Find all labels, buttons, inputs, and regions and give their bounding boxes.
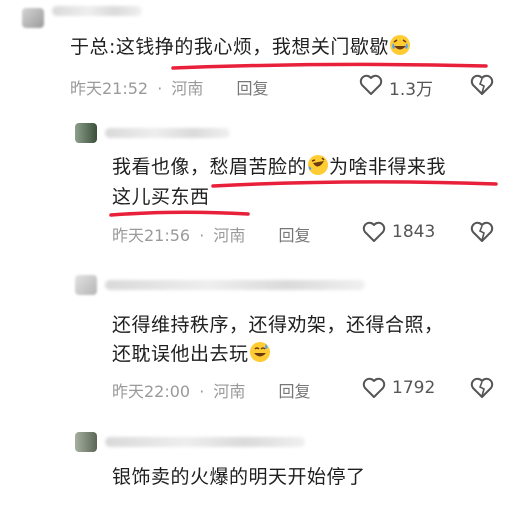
comment-meta: 昨天22:00 · 河南 回复 — [112, 378, 311, 402]
comment-text-part1: 我看也像，愁眉苦脸的 — [112, 156, 308, 178]
heart-outline-icon[interactable] — [362, 221, 386, 243]
red-underline-annotation — [171, 62, 488, 70]
heart-outline-icon[interactable] — [359, 74, 383, 96]
comment-text-line2: 还耽误他出去玩 — [112, 340, 271, 371]
username-blurred[interactable] — [105, 280, 365, 290]
comment-text-line2-content: 还耽误他出去玩 — [112, 343, 249, 365]
like-count: 1843 — [392, 222, 436, 242]
comment-time: 昨天21:52 — [70, 79, 149, 98]
reply-button[interactable]: 回复 — [237, 75, 269, 99]
comment-text-line1: 还得维持秩序，还得劝架，还得合照， — [112, 311, 444, 339]
comment-meta: 昨天21:52 · 河南 回复 — [70, 75, 269, 99]
like-count: 1.3万 — [389, 80, 434, 100]
comment-text: 银饰卖的火爆的明天开始停了 — [112, 463, 366, 491]
comment-text-content: 银饰卖的火爆的明天开始停了 — [112, 466, 366, 488]
dislike-heart-icon[interactable] — [470, 74, 494, 96]
dot-separator: · — [199, 382, 205, 401]
comment-location: 河南 — [171, 79, 204, 98]
comment-location: 河南 — [213, 382, 246, 401]
avatar[interactable] — [75, 432, 97, 452]
reply-button[interactable]: 回复 — [279, 222, 311, 246]
avatar[interactable] — [75, 275, 97, 295]
username-blurred[interactable] — [105, 437, 305, 447]
comment-time: 昨天21:56 — [112, 226, 191, 245]
avatar[interactable] — [22, 8, 44, 28]
avatar[interactable] — [75, 123, 97, 143]
comment-location: 河南 — [213, 226, 246, 245]
dislike-heart-icon[interactable] — [470, 221, 494, 243]
comment-time: 昨天22:00 — [112, 382, 191, 401]
dislike-heart-icon[interactable] — [470, 377, 494, 399]
like-count: 1792 — [392, 378, 436, 398]
dot-separator: · — [157, 79, 163, 98]
comment-text-line2-content: 这儿买东西 — [112, 186, 210, 208]
red-underline-annotation — [109, 210, 250, 217]
dot-separator: · — [199, 226, 205, 245]
comment-text-line1-content: 还得维持秩序，还得劝架，还得合照， — [112, 314, 444, 336]
username-blurred[interactable] — [52, 6, 142, 16]
comment-meta: 昨天21:56 · 河南 回复 — [112, 222, 311, 246]
comment-text-content: 于总:这钱挣的我心烦，我想关门歇歇 — [70, 36, 389, 58]
comment-text-part2: 为啥非得来我 — [329, 156, 447, 178]
username-blurred[interactable] — [105, 128, 230, 138]
red-underline-annotation — [211, 180, 498, 188]
sweat-smile-emoji — [249, 341, 271, 371]
heart-outline-icon[interactable] — [362, 377, 386, 399]
reply-button[interactable]: 回复 — [279, 378, 311, 402]
